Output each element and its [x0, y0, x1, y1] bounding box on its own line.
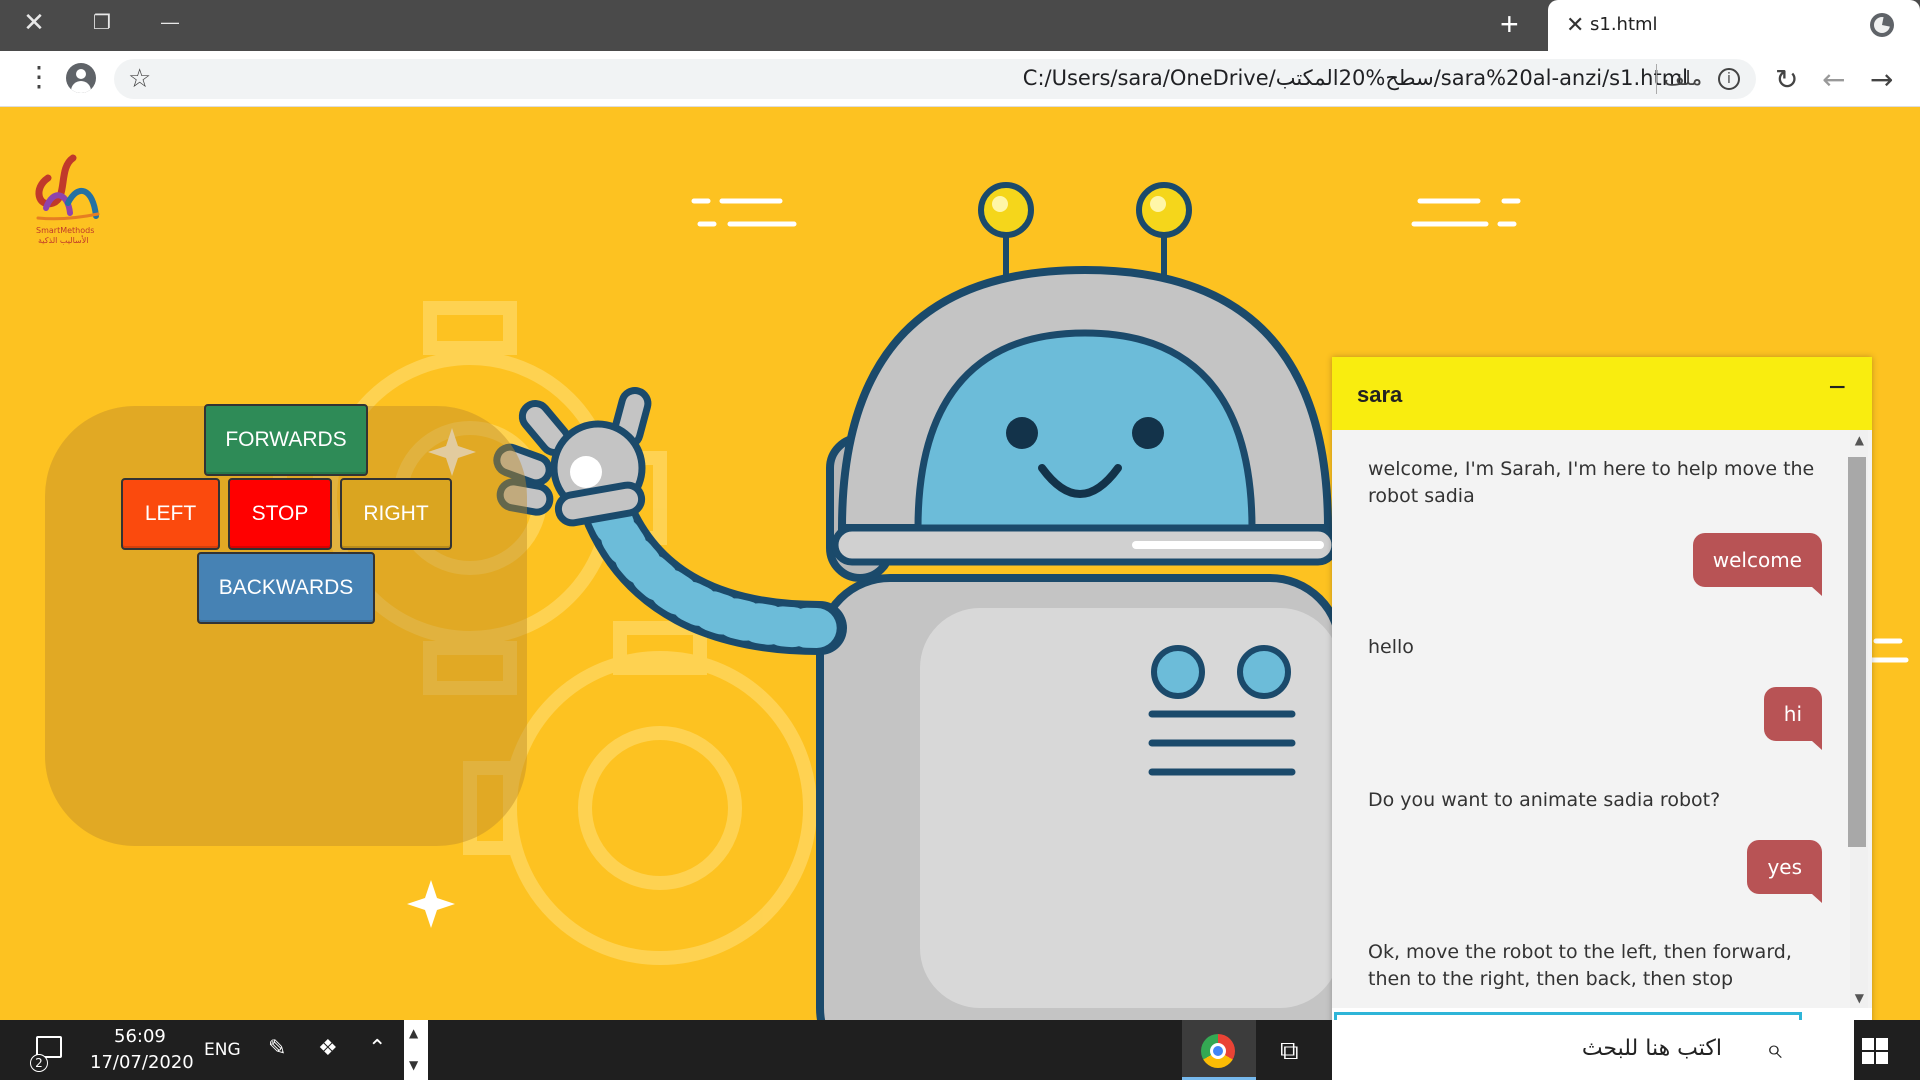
file-scheme-label: ملف — [1664, 66, 1703, 90]
new-tab-button[interactable]: + — [1500, 6, 1519, 43]
window-minimize-button[interactable]: — — [142, 0, 198, 44]
chrome-icon — [1201, 1034, 1235, 1068]
notification-count-badge: 2 — [30, 1054, 48, 1072]
language-indicator[interactable]: ENG — [204, 1040, 241, 1060]
user-message: welcome — [1692, 533, 1823, 596]
dropbox-icon[interactable]: ❖ — [318, 1036, 338, 1061]
tab-close-icon[interactable]: ✕ — [1566, 12, 1584, 38]
profile-icon[interactable] — [66, 63, 96, 93]
back-icon[interactable]: ← — [1822, 63, 1845, 96]
window-restore-button[interactable]: ❐ — [74, 0, 130, 44]
user-message: hi — [1763, 687, 1823, 750]
bookmark-star-icon[interactable]: ☆ — [128, 63, 151, 94]
user-message: yes — [1747, 840, 1822, 903]
url-text[interactable]: C:/Users/sara/OneDrive/سطح%20المكتب/sara… — [1023, 66, 1688, 90]
chrome-taskbar-button[interactable] — [1182, 1020, 1256, 1080]
tray-expand-icon[interactable]: ⌃ — [368, 1036, 386, 1061]
tab-title: s1.html — [1590, 14, 1658, 35]
plus-icon: + — [1500, 6, 1519, 42]
stop-button[interactable]: STOP — [228, 478, 332, 550]
browser-tab[interactable]: ✕ s1.html — [1548, 0, 1920, 51]
globe-icon — [1870, 13, 1894, 37]
windows-start-icon[interactable] — [1862, 1038, 1888, 1064]
bot-message: hello — [1368, 636, 1414, 658]
chevron-down-icon[interactable]: ▼ — [409, 1058, 418, 1072]
scroll-down-icon[interactable]: ▼ — [1855, 991, 1864, 1005]
chevron-up-icon[interactable]: ▲ — [409, 1026, 418, 1040]
right-button[interactable]: RIGHT — [340, 478, 452, 550]
chat-scrollbar-thumb[interactable] — [1848, 457, 1866, 847]
reload-icon[interactable]: ↻ — [1775, 63, 1798, 96]
logo-text-en: SmartMethods — [36, 226, 95, 235]
logo-text-ar: الأساليب الذكية — [38, 236, 89, 245]
page-content: SmartMethods الأساليب الذكية FORWARDS LE… — [0, 108, 1920, 1020]
backwards-button[interactable]: BACKWARDS — [197, 552, 375, 624]
window-close-button[interactable]: ✕ — [6, 0, 62, 44]
taskbar-scroller[interactable]: ▲ ▼ — [404, 1020, 428, 1080]
close-icon: ✕ — [23, 6, 45, 37]
windows-taskbar: 2 56:09 17/07/2020 ENG ✎ ❖ ⌃ ▲ ▼ ⧉ اكتب … — [0, 1020, 1920, 1080]
site-info-icon[interactable]: i — [1718, 68, 1740, 90]
scroll-up-icon[interactable]: ▲ — [1855, 433, 1864, 447]
chat-header[interactable]: sara − — [1332, 357, 1872, 430]
clock-date[interactable]: 17/07/2020 — [90, 1052, 194, 1073]
taskbar-search-placeholder: اكتب هنا للبحث — [1581, 1036, 1722, 1061]
url-separator — [1656, 64, 1657, 94]
browser-toolbar: ⋮ ☆ C:/Users/sara/OneDrive/سطح%20المكتب/… — [0, 51, 1920, 107]
pen-icon[interactable]: ✎ — [268, 1036, 286, 1061]
bot-message: Ok, move the robot to the left, then for… — [1368, 941, 1792, 990]
chat-widget: sara − welcome, I'm Sarah, I'm here to h… — [1332, 357, 1872, 1020]
clock-time[interactable]: 56:09 — [114, 1026, 166, 1047]
chat-messages: welcome, I'm Sarah, I'm here to help mov… — [1332, 430, 1872, 1008]
chat-input[interactable] — [1334, 1012, 1802, 1020]
chat-title: sara — [1357, 382, 1403, 407]
bot-message: welcome, I'm Sarah, I'm here to help mov… — [1368, 458, 1815, 507]
taskbar-search-box[interactable]: اكتب هنا للبحث ⌕ — [1332, 1020, 1854, 1080]
browser-titlebar: ✕ ❐ — + ✕ s1.html — [0, 0, 1920, 51]
forward-icon[interactable]: → — [1870, 63, 1893, 96]
restore-icon: ❐ — [93, 11, 111, 34]
search-icon: ⌕ — [1766, 1032, 1782, 1065]
forwards-button[interactable]: FORWARDS — [204, 404, 368, 476]
bot-message: Do you want to animate sadia robot? — [1368, 789, 1721, 811]
minimize-icon[interactable]: − — [1828, 371, 1846, 405]
minimize-icon: — — [161, 11, 179, 32]
task-view-icon[interactable]: ⧉ — [1280, 1036, 1299, 1067]
left-button[interactable]: LEFT — [121, 478, 220, 550]
menu-icon[interactable]: ⋮ — [25, 60, 53, 94]
